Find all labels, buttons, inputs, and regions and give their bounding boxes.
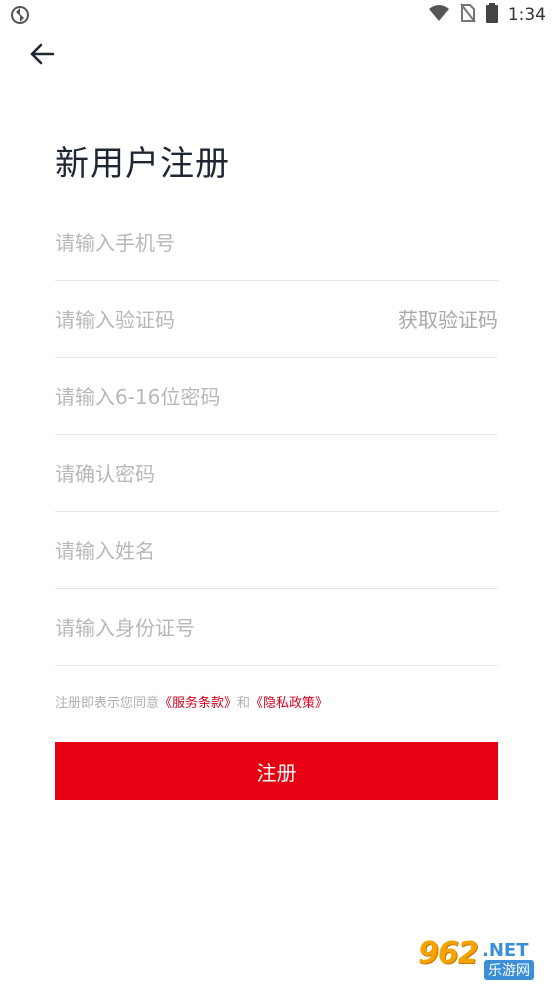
id-number-field-row [55,589,498,666]
status-time: 1:34 [507,5,546,25]
sync-icon [10,5,30,25]
phone-input[interactable] [55,204,498,280]
terms-link[interactable]: 《服务条款》 [159,696,237,711]
no-sim-icon [460,3,476,27]
name-input[interactable] [55,512,498,588]
id-number-input[interactable] [55,589,498,665]
verification-code-input[interactable] [55,281,355,357]
watermark-number: 962 [418,936,479,971]
name-field-row [55,512,498,589]
confirm-password-field-row [55,435,498,512]
password-input[interactable] [55,358,498,434]
get-code-button[interactable]: 获取验证码 [398,281,498,357]
wifi-icon [428,4,450,26]
agreement-prefix: 注册即表示您同意 [55,696,160,711]
watermark-site: 乐游网 [484,960,534,980]
code-field-row: 获取验证码 [55,281,498,358]
registration-form: 获取验证码 [55,204,498,666]
status-icons: 1:34 [428,3,546,27]
back-button[interactable] [26,40,58,72]
agreement-conjunction: 和 [237,696,251,711]
site-watermark-logo: 962 .NET 乐游网 [412,936,548,980]
arrow-left-icon [29,42,55,70]
watermark-net: .NET [482,940,529,961]
privacy-link[interactable]: 《隐私政策》 [250,696,328,711]
confirm-password-input[interactable] [55,435,498,511]
status-bar: 1:34 [0,0,554,30]
page-title: 新用户注册 [55,144,230,184]
agreement-text: 注册即表示您同意《服务条款》和《隐私政策》 [55,692,328,711]
register-button[interactable]: 注册 [55,742,498,800]
phone-field-row [55,204,498,281]
password-field-row [55,358,498,435]
battery-icon [485,3,498,27]
